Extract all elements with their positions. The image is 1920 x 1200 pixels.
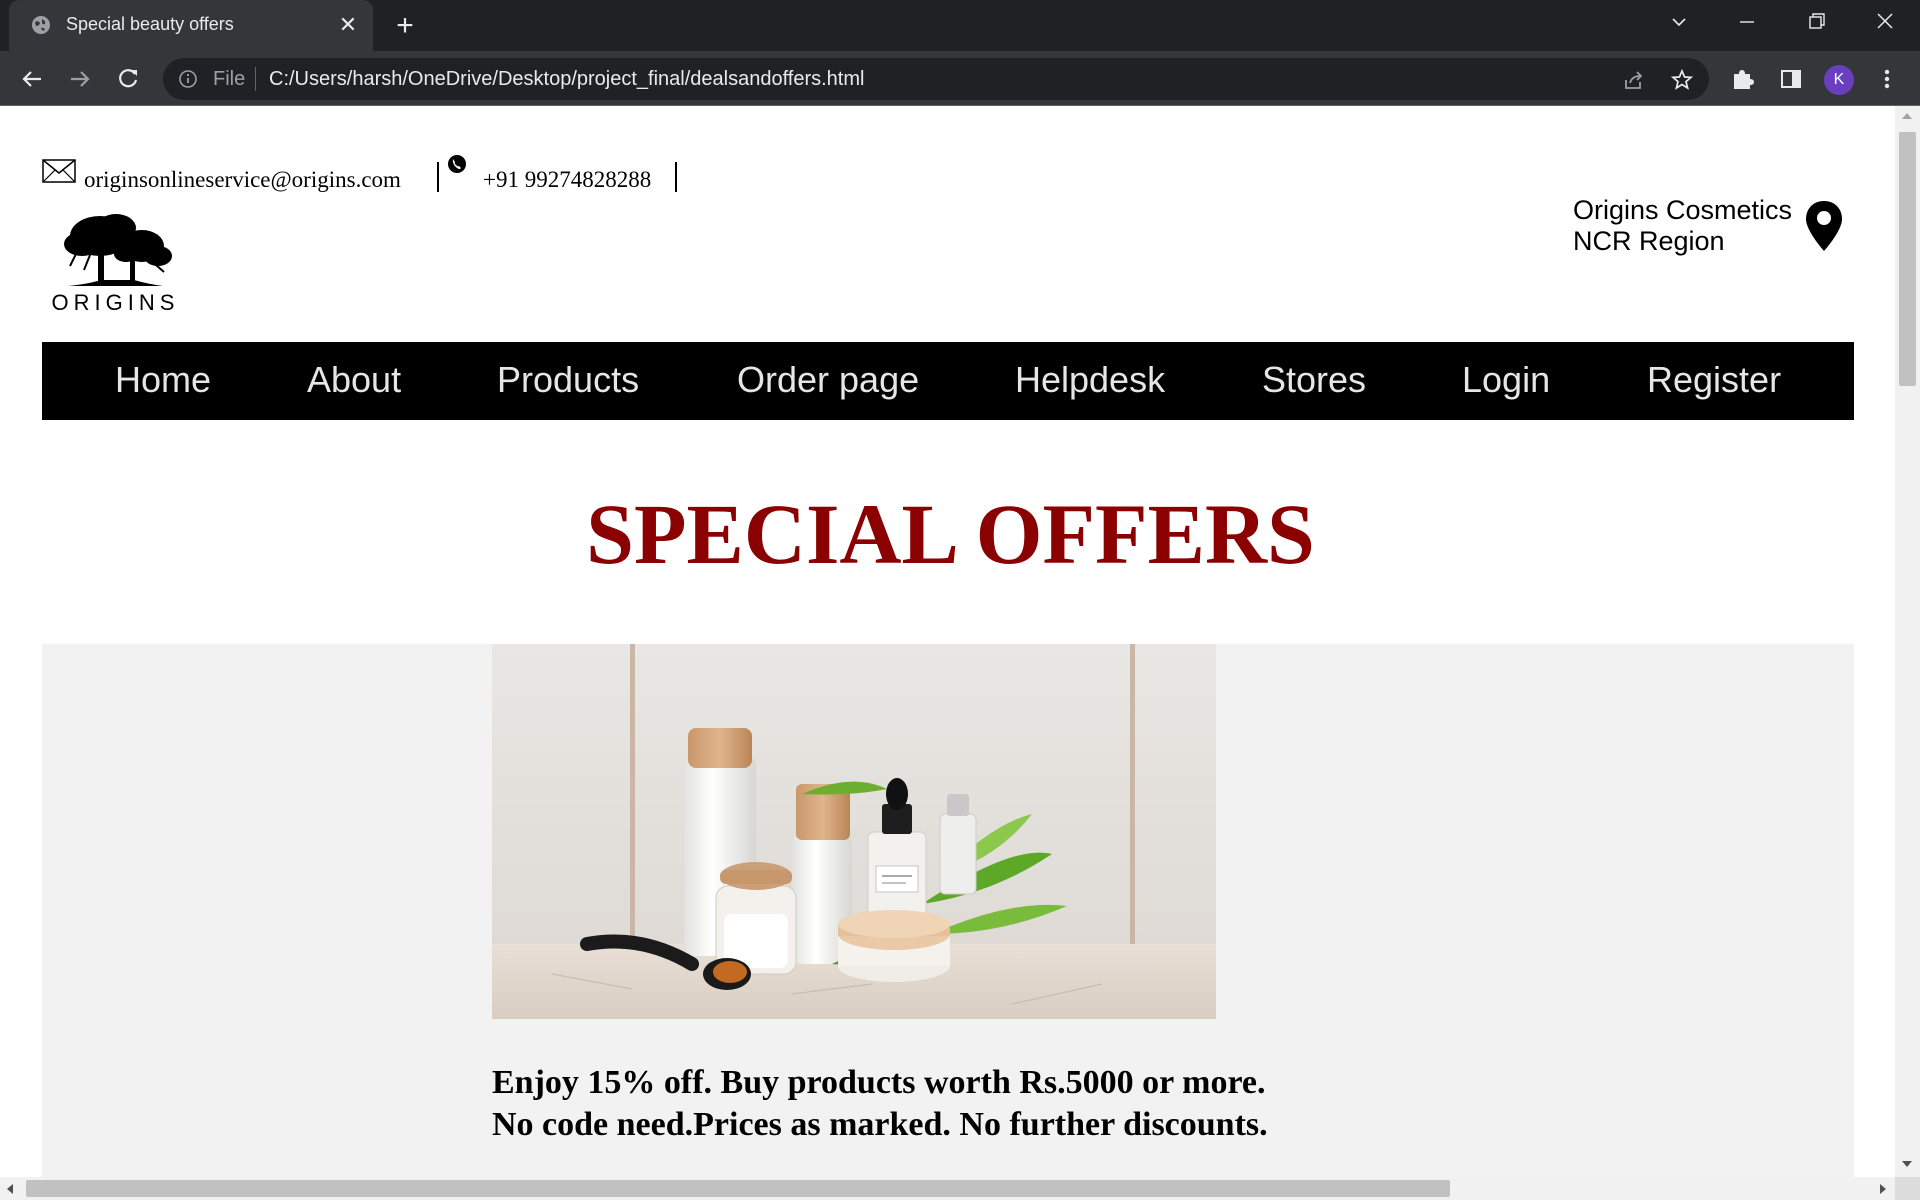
vertical-scroll-thumb[interactable] bbox=[1899, 132, 1916, 386]
nav-stores[interactable]: Stores bbox=[1262, 359, 1366, 401]
new-tab-button[interactable]: + bbox=[389, 10, 421, 42]
forward-arrow-icon[interactable] bbox=[64, 63, 96, 95]
share-icon[interactable] bbox=[1622, 68, 1646, 92]
address-bar[interactable]: File C:/Users/harsh/OneDrive/Desktop/pro… bbox=[163, 58, 1709, 100]
bookmark-star-icon[interactable] bbox=[1670, 68, 1694, 92]
horizontal-scrollbar[interactable] bbox=[0, 1177, 1895, 1200]
map-pin-icon bbox=[1806, 201, 1842, 251]
scroll-right-arrow-icon[interactable] bbox=[1880, 1184, 1886, 1194]
tree-logo-icon bbox=[64, 214, 172, 286]
side-panel-icon[interactable] bbox=[1777, 65, 1805, 93]
scroll-down-arrow-icon[interactable] bbox=[1902, 1161, 1912, 1167]
vertical-scrollbar[interactable] bbox=[1895, 106, 1920, 1177]
scrollbar-corner bbox=[1895, 1177, 1920, 1200]
scroll-up-arrow-icon[interactable] bbox=[1902, 113, 1912, 119]
address-divider bbox=[255, 67, 256, 91]
main-nav: Home About Products Order page Helpdesk … bbox=[42, 342, 1854, 420]
horizontal-scroll-thumb[interactable] bbox=[26, 1180, 1450, 1197]
info-icon[interactable] bbox=[178, 69, 198, 89]
minimize-icon[interactable] bbox=[1727, 8, 1767, 38]
store-locator[interactable]: Origins Cosmetics NCR Region bbox=[1568, 189, 1848, 259]
extensions-puzzle-icon[interactable] bbox=[1729, 65, 1757, 93]
contact-divider bbox=[437, 162, 439, 192]
close-tab-icon[interactable]: ✕ bbox=[335, 12, 361, 38]
tab-search-icon[interactable] bbox=[1659, 8, 1699, 38]
file-scheme-label: File bbox=[213, 68, 246, 90]
offer-card: Enjoy 15% off. Buy products worth Rs.500… bbox=[42, 644, 1854, 1177]
offer-description: Enjoy 15% off. Buy products worth Rs.500… bbox=[492, 1062, 1592, 1146]
offer-line-1: Enjoy 15% off. Buy products worth Rs.500… bbox=[492, 1064, 1266, 1101]
browser-tab-strip: Special beauty offers ✕ + bbox=[0, 0, 1920, 51]
phone-icon bbox=[448, 155, 466, 173]
close-window-icon[interactable] bbox=[1865, 8, 1905, 38]
origins-logo[interactable]: ORIGINS bbox=[48, 210, 183, 316]
envelope-icon bbox=[42, 159, 76, 183]
reload-icon[interactable] bbox=[112, 63, 144, 95]
scroll-left-arrow-icon[interactable] bbox=[7, 1184, 13, 1194]
nav-order-page[interactable]: Order page bbox=[737, 359, 919, 401]
nav-about[interactable]: About bbox=[307, 359, 401, 401]
tab-title: Special beauty offers bbox=[66, 14, 234, 34]
browser-tab[interactable]: Special beauty offers ✕ bbox=[9, 0, 373, 51]
page-title: SPECIAL OFFERS bbox=[586, 486, 1315, 582]
store-name: Origins Cosmetics bbox=[1573, 195, 1793, 225]
globe-icon bbox=[32, 16, 50, 34]
kebab-menu-icon[interactable] bbox=[1873, 65, 1901, 93]
contact-divider bbox=[675, 162, 677, 192]
back-arrow-icon[interactable] bbox=[16, 63, 48, 95]
page-viewport: originsonlineservice@origins.com +91 992… bbox=[0, 106, 1895, 1177]
nav-helpdesk[interactable]: Helpdesk bbox=[1015, 359, 1165, 401]
offer-line-2: No code need.Prices as marked. No furthe… bbox=[492, 1106, 1268, 1143]
store-region: NCR Region bbox=[1573, 226, 1725, 256]
nav-register[interactable]: Register bbox=[1647, 359, 1781, 401]
offer-product-image bbox=[492, 644, 1216, 1019]
logo-wordmark: ORIGINS bbox=[51, 290, 180, 315]
profile-avatar[interactable]: K bbox=[1824, 65, 1854, 95]
nav-login[interactable]: Login bbox=[1462, 359, 1550, 401]
browser-toolbar: File C:/Users/harsh/OneDrive/Desktop/pro… bbox=[0, 51, 1920, 107]
url-text[interactable]: C:/Users/harsh/OneDrive/Desktop/project_… bbox=[269, 68, 864, 91]
nav-products[interactable]: Products bbox=[497, 359, 639, 401]
contact-email[interactable]: originsonlineservice@origins.com bbox=[84, 167, 401, 193]
contact-phone[interactable]: +91 99274828288 bbox=[483, 167, 651, 193]
restore-icon[interactable] bbox=[1796, 8, 1836, 38]
nav-home[interactable]: Home bbox=[115, 359, 211, 401]
